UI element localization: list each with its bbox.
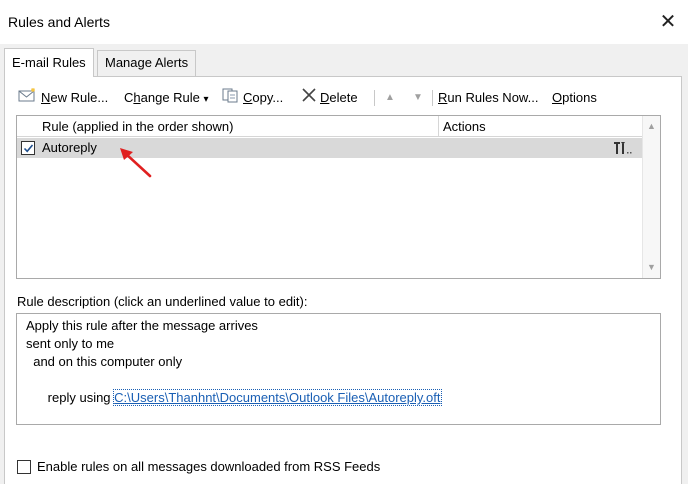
copy-icon bbox=[222, 87, 240, 111]
checkmark-icon bbox=[23, 144, 34, 153]
tab-email-rules[interactable]: E-mail Rules bbox=[4, 48, 94, 77]
rule-description-box: Apply this rule after the message arrive… bbox=[16, 313, 661, 425]
rule-name: Autoreply bbox=[42, 140, 97, 155]
chevron-down-icon: ▾ bbox=[203, 94, 209, 105]
scroll-up-arrow-icon[interactable]: ▲ bbox=[643, 118, 660, 135]
delete-button[interactable]: Delete bbox=[301, 86, 358, 110]
rules-toolbar: New Rule... Change Rule ▾ Copy... Delete… bbox=[14, 86, 674, 110]
template-path-link[interactable]: C:\Users\Thanhnt\Documents\Outlook Files… bbox=[113, 389, 442, 406]
column-header-rule[interactable]: Rule (applied in the order shown) bbox=[17, 116, 439, 137]
description-line-prefix: reply using bbox=[47, 390, 115, 405]
rule-actions-icon bbox=[613, 140, 633, 159]
change-rule-button[interactable]: Change Rule ▾ bbox=[124, 86, 209, 110]
description-line: and on this computer only bbox=[26, 354, 183, 369]
rules-list: Rule (applied in the order shown) Action… bbox=[16, 115, 661, 279]
delete-x-icon bbox=[301, 87, 317, 111]
new-rule-button[interactable]: New Rule... bbox=[18, 86, 108, 110]
rss-rules-checkbox[interactable] bbox=[17, 460, 31, 474]
title-bar: Rules and Alerts ✕ bbox=[0, 0, 688, 44]
copy-button[interactable]: Copy... bbox=[222, 86, 283, 110]
description-line: sent only to me bbox=[26, 336, 115, 351]
rules-list-scrollbar[interactable]: ▲ ▼ bbox=[642, 116, 660, 278]
options-button[interactable]: Options bbox=[552, 86, 597, 110]
window-title: Rules and Alerts bbox=[8, 14, 110, 30]
rule-description-label: Rule description (click an underlined va… bbox=[17, 294, 308, 309]
tab-manage-alerts[interactable]: Manage Alerts bbox=[97, 50, 197, 76]
rule-enabled-checkbox[interactable] bbox=[21, 141, 35, 155]
rules-list-header: Rule (applied in the order shown) Action… bbox=[17, 116, 642, 137]
toolbar-separator bbox=[374, 90, 375, 106]
rules-and-alerts-dialog: Rules and Alerts ✕ E-mail Rules Manage A… bbox=[0, 0, 688, 484]
toolbar-separator bbox=[432, 90, 433, 106]
description-line: Apply this rule after the message arrive… bbox=[26, 318, 258, 333]
description-line: reply using C:\Users\Thanhnt\Documents\O… bbox=[26, 371, 442, 425]
rss-rules-label: Enable rules on all messages downloaded … bbox=[37, 459, 381, 474]
close-button[interactable]: ✕ bbox=[654, 8, 682, 36]
run-rules-now-button[interactable]: Run Rules Now... bbox=[438, 86, 538, 110]
scroll-down-arrow-icon[interactable]: ▼ bbox=[643, 259, 660, 276]
move-up-button[interactable]: ▲ bbox=[382, 86, 398, 110]
annotation-arrow-icon bbox=[120, 148, 152, 178]
new-rule-icon bbox=[18, 87, 38, 111]
rule-row-autoreply[interactable]: Autoreply bbox=[17, 138, 642, 158]
move-down-button[interactable]: ▼ bbox=[410, 86, 426, 110]
column-header-actions[interactable]: Actions bbox=[439, 116, 642, 137]
